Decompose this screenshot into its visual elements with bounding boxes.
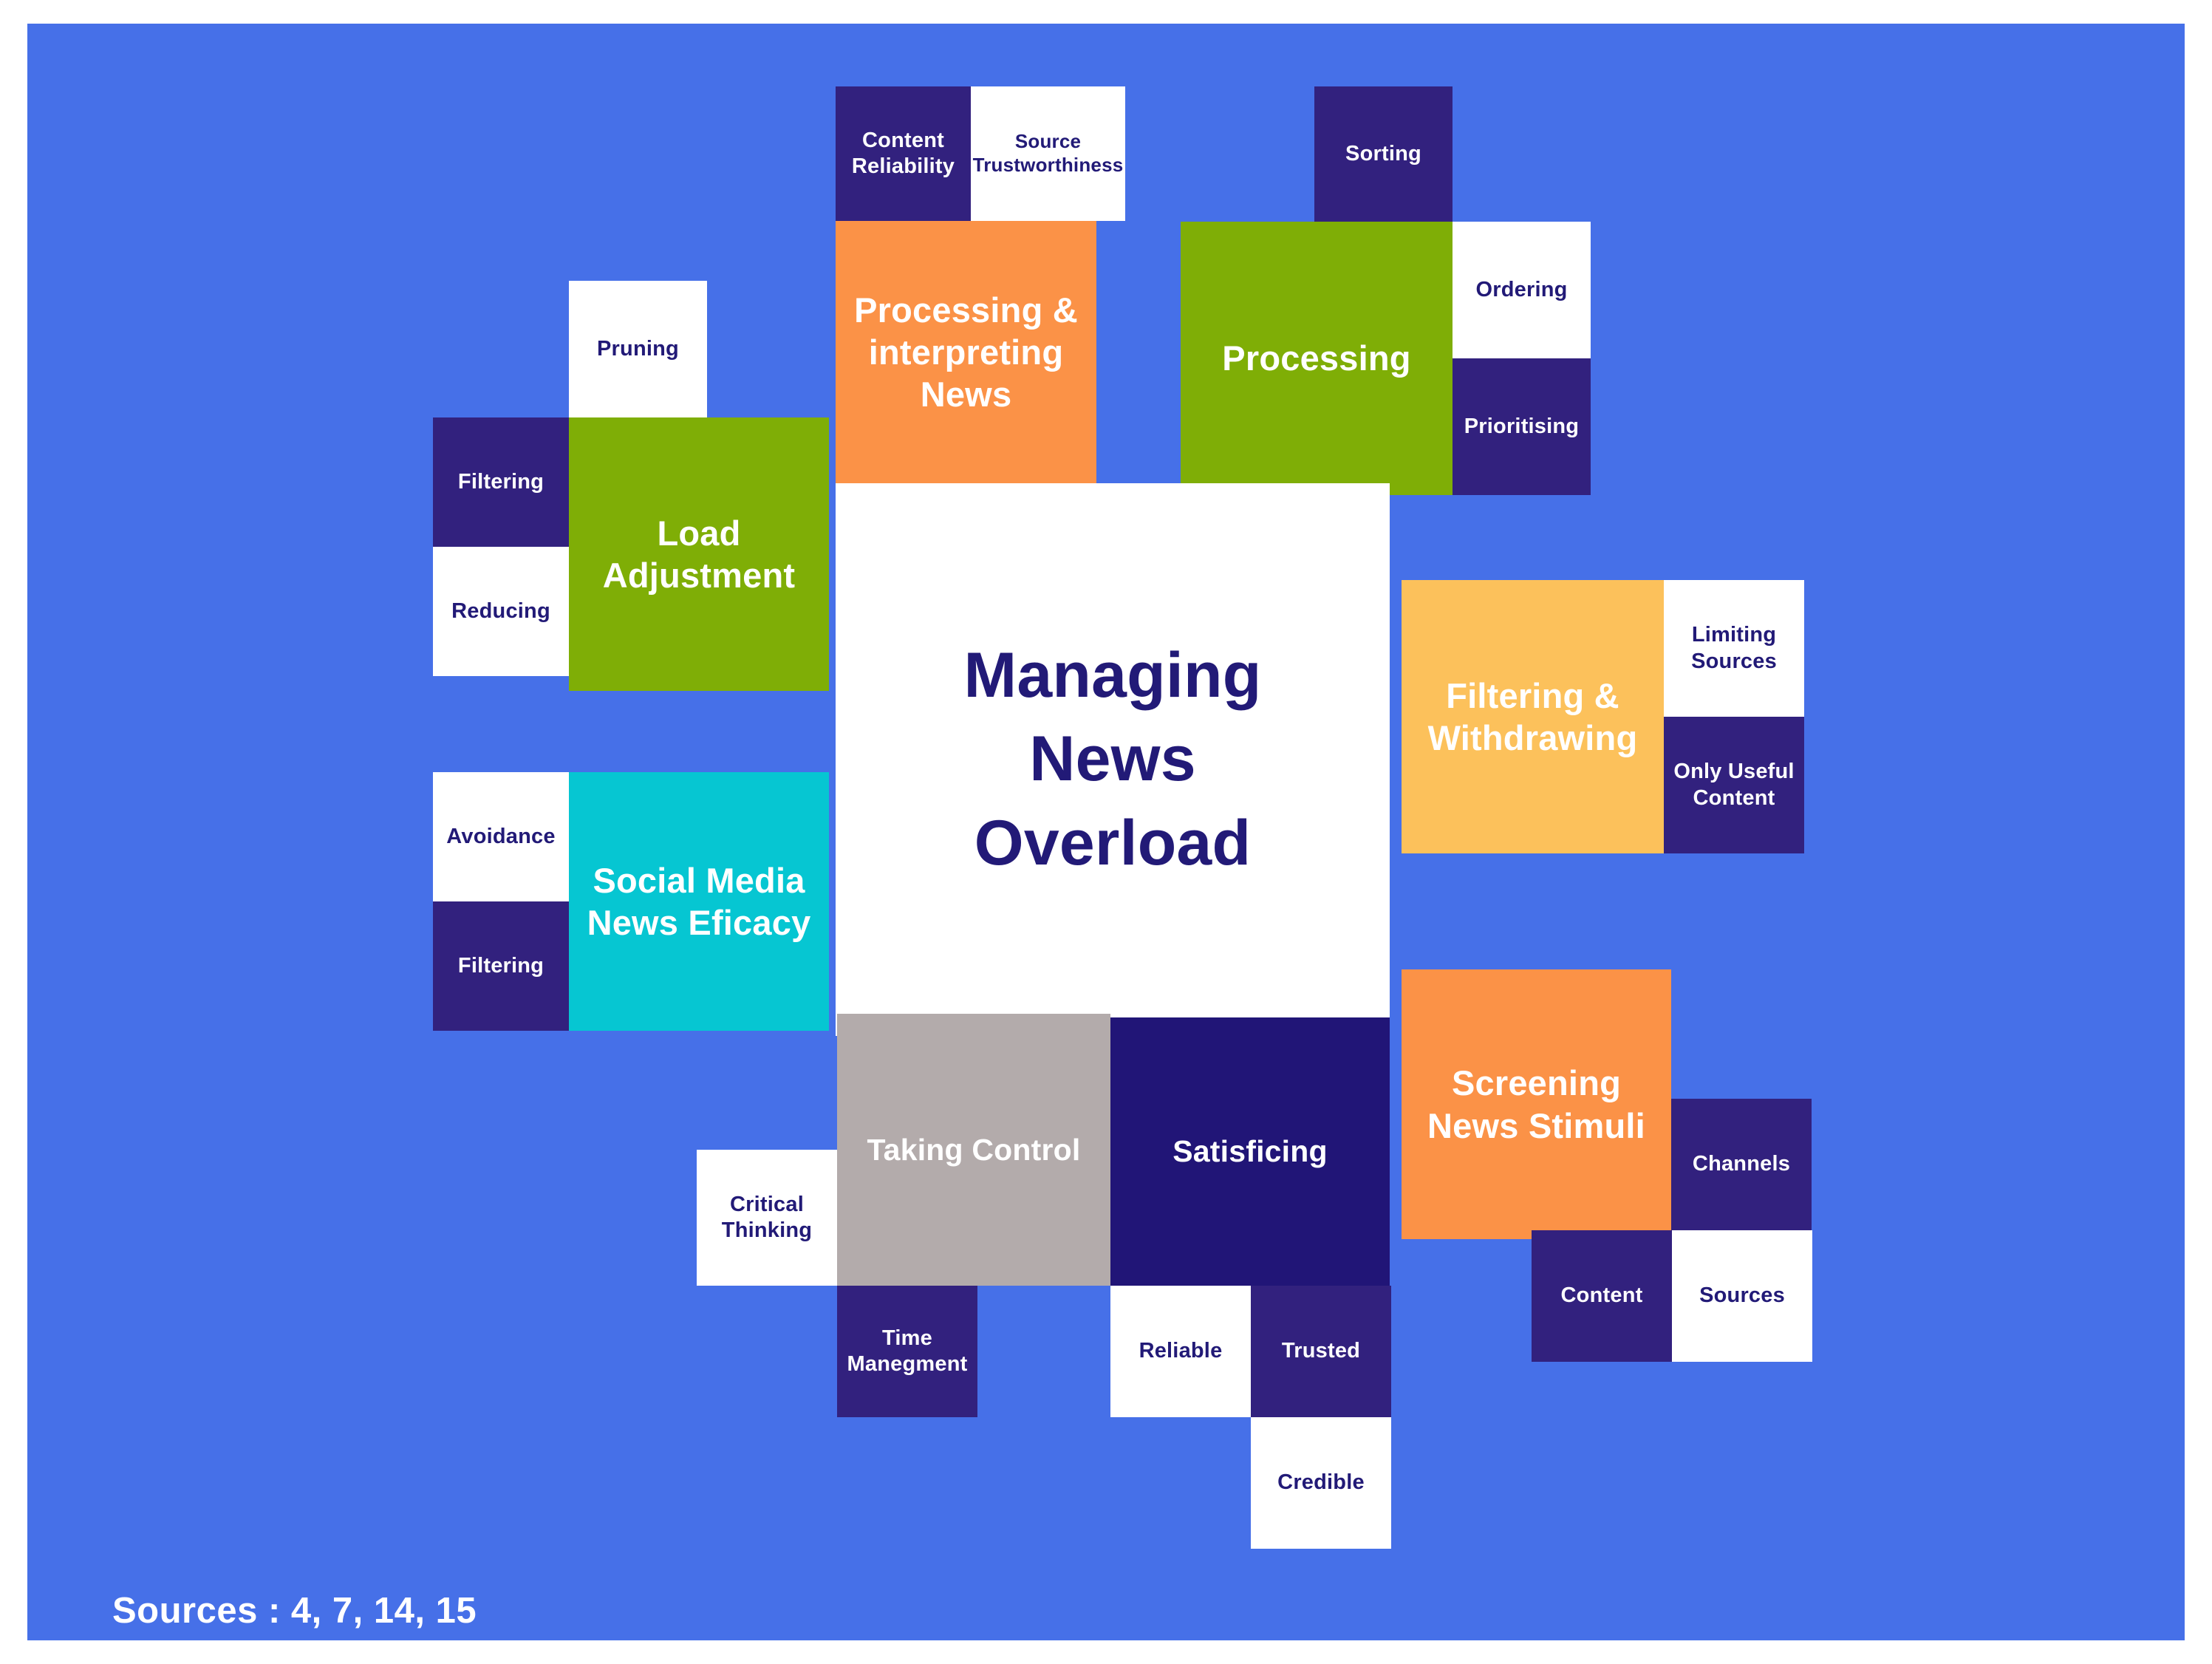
tile-prioritising[interactable]: Prioritising — [1453, 358, 1591, 495]
tile-satisficing[interactable]: Satisficing — [1110, 1017, 1390, 1286]
diagram-board: Content Reliability Source Trustworthine… — [27, 24, 2185, 1640]
tile-label: Filtering — [457, 953, 545, 978]
tile-label: Sources — [1699, 1283, 1785, 1308]
tile-processing-interpreting-news[interactable]: Processing & interpreting News — [836, 221, 1096, 483]
tile-processing[interactable]: Processing — [1181, 222, 1453, 495]
diagram-canvas: Content Reliability Source Trustworthine… — [0, 0, 2212, 1664]
tile-label: Credible — [1277, 1470, 1365, 1495]
tile-label: Time Manegment — [847, 1326, 968, 1376]
page-title-line-3: Overload — [974, 807, 1252, 879]
tile-label: Trusted — [1281, 1339, 1361, 1363]
tile-label: Processing — [1222, 338, 1411, 378]
tile-label: Processing & interpreting News — [854, 290, 1078, 415]
tile-sorting[interactable]: Sorting — [1314, 86, 1453, 222]
tile-source-trustworthiness[interactable]: Source Trustworthiness — [971, 86, 1125, 221]
tile-ordering[interactable]: Ordering — [1453, 222, 1591, 358]
tile-credible[interactable]: Credible — [1251, 1417, 1391, 1549]
tile-reliable[interactable]: Reliable — [1110, 1286, 1251, 1417]
sources-label: Sources : 4, 7, 14, 15 — [112, 1591, 477, 1631]
center-title-card: Managing News Overload — [836, 483, 1390, 1036]
tile-label: Filtering & Withdrawing — [1427, 675, 1638, 757]
tile-only-useful-content[interactable]: Only Useful Content — [1664, 717, 1804, 853]
tile-critical-thinking[interactable]: Critical Thinking — [697, 1150, 837, 1286]
tile-taking-control[interactable]: Taking Control — [837, 1014, 1110, 1286]
tile-label: Reducing — [451, 599, 550, 623]
tile-social-media-news-eficacy[interactable]: Social Media News Eficacy — [569, 772, 829, 1031]
tile-label: Load Adjustment — [602, 513, 796, 595]
tile-screening-news-stimuli[interactable]: Screening News Stimuli — [1402, 969, 1671, 1239]
tile-sources[interactable]: Sources — [1672, 1230, 1812, 1362]
tile-label: Prioritising — [1464, 414, 1580, 438]
tile-label: Source Trustworthiness — [972, 130, 1124, 176]
tile-filtering-withdrawing[interactable]: Filtering & Withdrawing — [1402, 580, 1664, 853]
tile-filtering-load[interactable]: Filtering — [433, 417, 569, 547]
tile-pruning[interactable]: Pruning — [569, 281, 707, 417]
page-title-line-2: News — [1029, 723, 1196, 795]
tile-label: Only Useful Content — [1673, 760, 1795, 810]
tile-label: Pruning — [597, 336, 679, 361]
tile-time-manegment[interactable]: Time Manegment — [837, 1286, 977, 1417]
tile-label: Reliable — [1139, 1339, 1223, 1363]
tile-load-adjustment[interactable]: Load Adjustment — [569, 417, 829, 691]
tile-content-reliability[interactable]: Content Reliability — [836, 86, 971, 221]
tile-label: Ordering — [1475, 277, 1568, 301]
tile-channels[interactable]: Channels — [1671, 1099, 1812, 1230]
tile-label: Social Media News Eficacy — [587, 860, 811, 942]
tile-content[interactable]: Content — [1532, 1230, 1672, 1362]
tile-label: Avoidance — [446, 824, 556, 848]
tile-label: Content — [1560, 1283, 1643, 1308]
tile-label: Screening News Stimuli — [1427, 1063, 1645, 1145]
tile-label: Content Reliability — [851, 128, 955, 178]
tile-filtering-social[interactable]: Filtering — [433, 901, 569, 1031]
tile-trusted[interactable]: Trusted — [1251, 1286, 1391, 1417]
tile-label: Channels — [1692, 1152, 1791, 1176]
tile-label: Sorting — [1345, 141, 1421, 166]
tile-avoidance[interactable]: Avoidance — [433, 772, 569, 901]
tile-limiting-sources[interactable]: Limiting Sources — [1664, 580, 1804, 717]
tile-label: Filtering — [457, 469, 545, 494]
tile-label: Limiting Sources — [1691, 623, 1777, 673]
tile-label: Satisficing — [1172, 1134, 1328, 1169]
page-title-line-1: Managing — [963, 639, 1262, 711]
tile-label: Critical Thinking — [721, 1192, 813, 1242]
tile-label: Taking Control — [867, 1132, 1081, 1167]
tile-reducing[interactable]: Reducing — [433, 547, 569, 676]
